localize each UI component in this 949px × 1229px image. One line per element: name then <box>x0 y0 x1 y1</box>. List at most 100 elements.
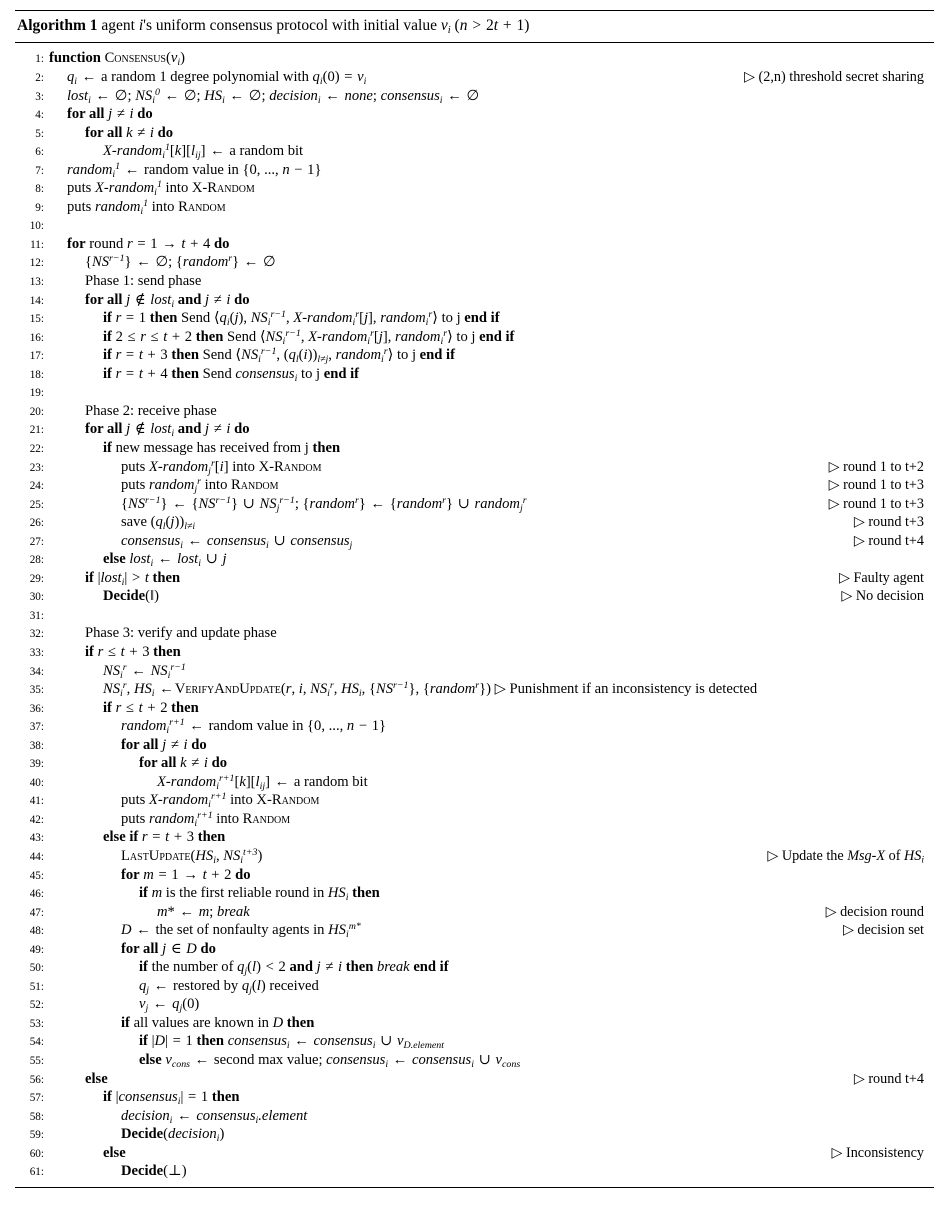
line-number: 19: <box>29 387 44 400</box>
line-code: else if r = t + 3 then <box>103 829 226 846</box>
line-number: 49: <box>29 943 44 956</box>
algorithm-line-24: 24: puts randomjr into Random ▷ round 1 … <box>15 476 934 495</box>
algorithm-line-17: 17: if r = t + 3 then Send ⟨NSir−1, (ql(… <box>15 346 934 365</box>
algorithm-line-7: 7: randomi1 ← random value in {0, ..., n… <box>15 161 934 180</box>
line-number: 36: <box>29 702 44 715</box>
line-number: 37: <box>29 721 44 734</box>
algorithm-line-52: 52: vj ← qj(0) <box>15 995 934 1014</box>
algorithm-line-36: 36: if r ≤ t + 2 then <box>15 699 934 718</box>
line-number: 3: <box>35 90 44 103</box>
line-number: 11: <box>30 238 44 251</box>
line-code: for all j ∉ losti and j ≠ i do <box>85 291 250 310</box>
line-comment-60: ▷ Inconsistency <box>831 1144 924 1161</box>
line-number: 59: <box>29 1129 44 1142</box>
line-code: if new message has received from j then <box>103 439 341 456</box>
algorithm-line-4: 4: for all j ≠ i do <box>15 105 934 124</box>
line-number: 29: <box>29 572 44 585</box>
line-number: 2: <box>35 72 44 85</box>
bottom-rule <box>15 1186 934 1188</box>
line-number: 10: <box>29 220 44 233</box>
algorithm-line-57: 57: if |consensusi| = 1 then <box>15 1088 934 1107</box>
algorithm-line-47: 47: m* ← m; break ▷ decision round <box>15 903 934 922</box>
algorithm-line-37: 37: randomir+1 ← random value in {0, ...… <box>15 717 934 736</box>
line-code: puts randomir+1 into Random <box>121 809 291 829</box>
comment-text: Punishment if an inconsistency is detect… <box>509 681 758 698</box>
algorithm-title: agent i's uniform consensus protocol wit… <box>101 17 530 36</box>
algorithm-line-1: 1: function Consensus(vi) <box>15 49 934 68</box>
line-number: 27: <box>29 535 44 548</box>
line-number: 57: <box>29 1092 44 1105</box>
algorithm-lines: 1: function Consensus(vi) 2: qi ← a rand… <box>15 43 934 1186</box>
algorithm-line-29: 29: if |losti| > t then ▷ Faulty agent <box>15 569 934 588</box>
line-number: 20: <box>29 405 44 418</box>
line-number: 31: <box>29 609 44 622</box>
line-number: 51: <box>29 980 44 993</box>
line-code: else <box>103 1144 126 1161</box>
line-code: randomi1 ← random value in {0, ..., n − … <box>67 160 322 180</box>
line-code: for all j ≠ i do <box>121 736 207 753</box>
algorithm-label: Algorithm 1 <box>17 17 98 34</box>
line-comment-30: ▷ No decision <box>841 588 924 605</box>
line-number: 32: <box>29 628 44 641</box>
line-code: consensusi ← consensusi ∪ consensusj <box>121 532 353 551</box>
line-number: 53: <box>29 1017 44 1030</box>
line-code: vj ← qj(0) <box>139 996 200 1015</box>
algorithm-line-32: 32: Phase 3: verify and update phase <box>15 624 934 643</box>
line-code: if r = 1 then Send ⟨qi(j), NSir−1, X-ran… <box>103 308 500 328</box>
line-comment-48: ▷ decision set <box>842 922 924 939</box>
comment-text: round 1 to t+3 <box>843 477 924 494</box>
line-comment-26: ▷ round t+3 <box>853 514 924 531</box>
line-number: 41: <box>29 795 44 808</box>
algorithm-line-30: 30: Decide(‖) ▷ No decision <box>15 587 934 606</box>
line-number: 7: <box>35 164 44 177</box>
line-comment-35-inline: ▷ Punishment if an inconsistency is dete… <box>494 681 758 698</box>
line-code: if |D| = 1 then consensusi ← consensusi … <box>139 1033 444 1052</box>
algorithm-line-33: 33: if r ≤ t + 3 then <box>15 643 934 662</box>
line-number: 1: <box>35 53 44 66</box>
line-code: LastUpdate(HSi, NSit+3) <box>121 846 263 866</box>
algorithm-line-27: 27: consensusi ← consensusi ∪ consensusj… <box>15 532 934 551</box>
line-code: if the number of qj(l) < 2 and j ≠ i the… <box>139 959 449 978</box>
algorithm-line-22: 22: if new message has received from j t… <box>15 439 934 458</box>
line-code: if all values are known in D then <box>121 1014 315 1031</box>
line-number: 45: <box>29 869 44 882</box>
algorithm-line-58: 58: decisioni ← consensusi.element <box>15 1107 934 1126</box>
line-code: if r = t + 3 then Send ⟨NSir−1, (ql(i))l… <box>103 346 455 365</box>
line-code: for all j ∉ losti and j ≠ i do <box>85 421 250 440</box>
algorithm-line-15: 15: if r = 1 then Send ⟨qi(j), NSir−1, X… <box>15 309 934 328</box>
algorithm-caption: Algorithm 1 agent i's uniform consensus … <box>15 11 934 42</box>
algorithm-line-5: 5: for all k ≠ i do <box>15 124 934 143</box>
algorithm-block: Algorithm 1 agent i's uniform consensus … <box>15 0 934 1188</box>
algorithm-line-48: 48: D ← the set of nonfaulty agents in H… <box>15 921 934 940</box>
line-code: for all j ≠ i do <box>67 106 153 123</box>
algorithm-line-21: 21: for all j ∉ losti and j ≠ i do <box>15 420 934 439</box>
line-code: losti ← ∅; NSi0 ← ∅; HSi ← ∅; decisioni … <box>67 86 480 106</box>
line-code: Decide(decisioni) <box>121 1126 225 1144</box>
line-code: save (ql(j))l≠i <box>121 514 196 532</box>
line-code: Phase 1: send phase <box>85 273 202 290</box>
line-number: 24: <box>29 480 44 493</box>
line-number: 5: <box>35 127 44 140</box>
line-number: 13: <box>29 276 44 289</box>
comment-text: (2,n) threshold secret sharing <box>758 69 924 86</box>
line-code: function Consensus(vi) <box>49 50 185 69</box>
line-number: 18: <box>29 368 44 381</box>
line-number: 34: <box>29 665 44 678</box>
line-code: {NSr−1} ← ∅; {randomr} ← ∅ <box>85 253 276 271</box>
algorithm-line-10: 10: <box>15 216 934 235</box>
line-code: if r ≤ t + 2 then <box>103 699 199 716</box>
line-number: 21: <box>29 424 44 437</box>
algorithm-line-9: 9: puts randomi1 into Random <box>15 198 934 217</box>
algorithm-line-11: 11: for round r = 1 → t + 4 do <box>15 235 934 254</box>
line-number: 50: <box>29 962 44 975</box>
line-number: 33: <box>29 646 44 659</box>
line-comment-25: ▷ round 1 to t+3 <box>828 495 924 512</box>
line-number: 9: <box>35 201 44 214</box>
line-number: 44: <box>29 850 44 863</box>
line-number: 25: <box>29 498 44 511</box>
comment-text: round t+4 <box>868 532 924 549</box>
line-number: 28: <box>29 554 44 567</box>
algorithm-line-41: 41: puts X-randomir+1 into X-Random <box>15 791 934 810</box>
